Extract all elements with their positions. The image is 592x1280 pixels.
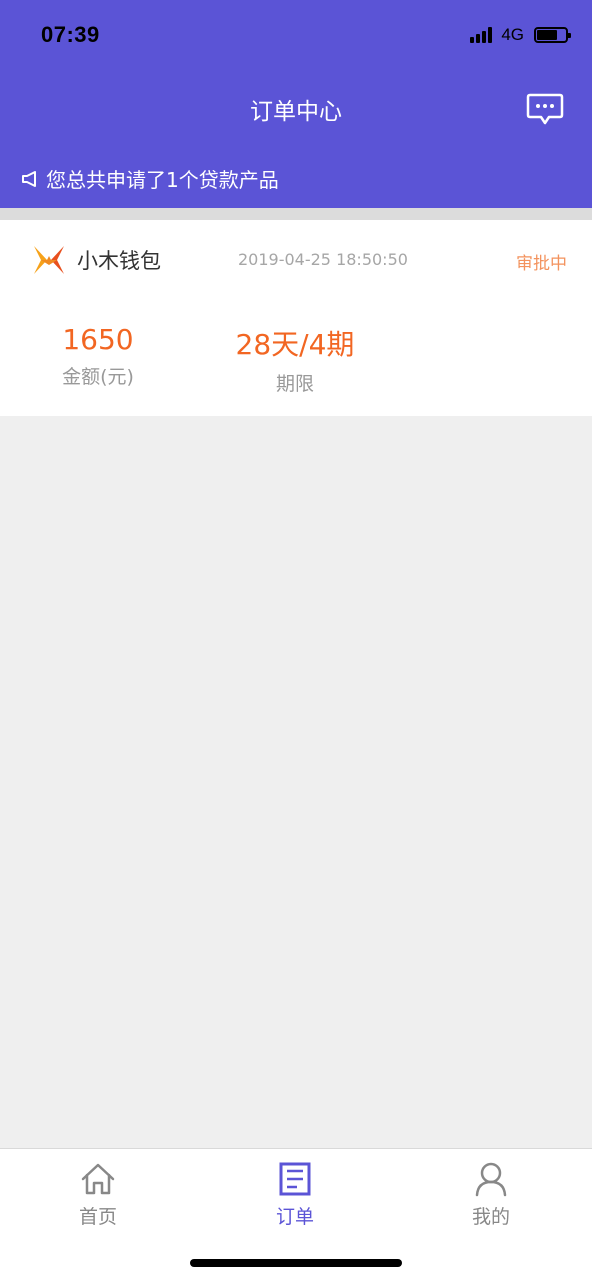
status-indicators: 4G [470,25,571,45]
tab-home-label: 首页 [78,1206,117,1228]
orders-icon [279,1162,311,1196]
battery-icon [534,27,571,43]
term-value: 28天/4期 [235,328,355,361]
product-name: 小木钱包 [77,249,161,273]
term-label: 期限 [275,373,314,395]
megaphone-icon [22,170,36,187]
amount-label: 金额(元) [62,366,134,388]
header: 07:39 4G 订单中心 您总共申请了1个贷款产品 [0,0,592,208]
network-label: 4G [501,25,524,44]
home-indicator [190,1259,402,1267]
term-stat: 28天/4期 期限 [220,323,370,396]
tab-orders[interactable]: 订单 [245,1160,345,1229]
status-badge: 审批中 [516,254,567,274]
tab-mine-label: 我的 [471,1206,510,1228]
notice-bar: 您总共申请了1个贷款产品 [20,164,279,193]
tab-orders-label: 订单 [275,1206,314,1228]
amount-stat: 1650 金额(元) [48,323,148,389]
divider [0,208,592,220]
amount-value: 1650 [62,323,134,356]
tab-home[interactable]: 首页 [48,1160,148,1229]
product-logo-icon [34,246,64,274]
order-date: 2019-04-25 18:50:50 [238,250,408,269]
notice-text: 您总共申请了1个贷款产品 [46,168,279,192]
message-icon[interactable] [526,92,564,126]
home-icon [81,1163,115,1195]
tab-mine[interactable]: 我的 [441,1160,541,1229]
signal-icon [470,27,493,43]
person-icon [475,1162,507,1197]
status-time: 07:39 [41,22,100,47]
page-title: 订单中心 [250,99,342,125]
